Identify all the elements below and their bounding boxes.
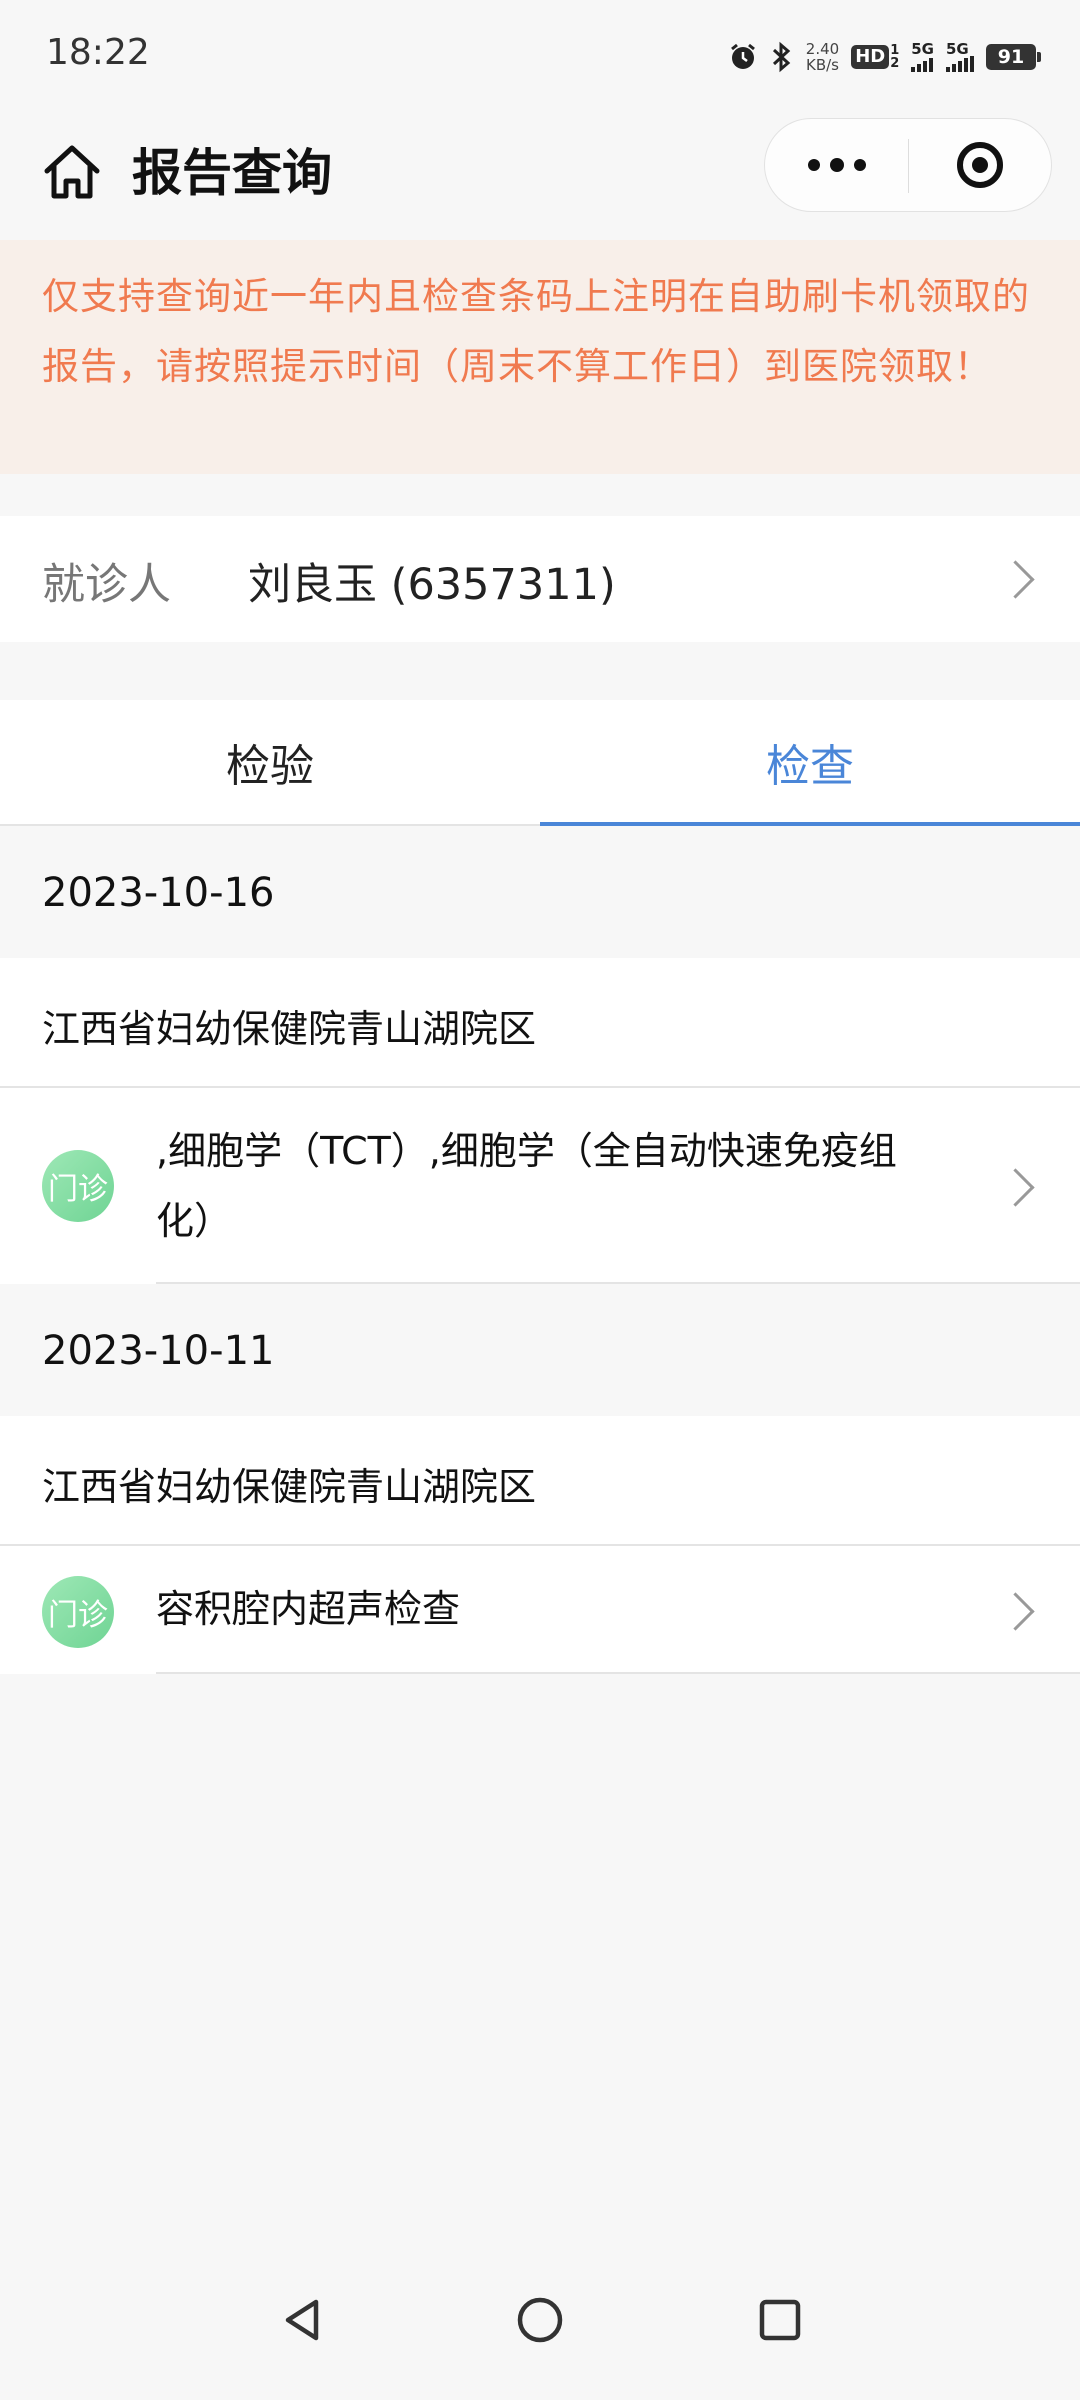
home-button[interactable] [38, 138, 106, 206]
hospital-name: 江西省妇幼保健院青山湖院区 [42, 1007, 537, 1051]
tab-lab-test[interactable]: 检验 [0, 700, 540, 824]
home-nav-button[interactable] [500, 2280, 580, 2360]
report-item-name: 容积腔内超声检查 [156, 1587, 461, 1631]
nav-bar: 报告查询 [0, 118, 1080, 240]
square-recents-icon [759, 2299, 801, 2341]
report-date-header: 2023-10-11 [0, 1288, 1080, 1418]
report-date: 2023-10-16 [42, 870, 275, 916]
more-icon [807, 159, 820, 171]
outpatient-badge: 门诊 [42, 1576, 114, 1648]
target-icon [957, 142, 1003, 188]
network-speed: 2.40 KB/s [805, 40, 840, 74]
home-icon [44, 145, 100, 199]
row-divider [156, 1282, 1080, 1284]
report-date-header: 2023-10-16 [0, 830, 1080, 960]
back-button[interactable] [262, 2280, 342, 2360]
status-bar: 18:22 2.40 KB/s HD 1 2 5G 5G 91 [0, 0, 1080, 118]
chevron-right-icon [996, 560, 1035, 599]
page-title: 报告查询 [132, 144, 332, 202]
chevron-right-icon [996, 1168, 1035, 1207]
signal-icon-2: 5G [946, 42, 974, 72]
mini-program-capsule [764, 118, 1052, 212]
battery-icon: 91 [986, 44, 1041, 70]
notice-text: 仅支持查询近一年内且检查条码上注明在自助刷卡机领取的报告，请按照提示时间（周末不… [42, 275, 1030, 388]
circle-home-icon [517, 2297, 563, 2343]
more-button[interactable] [765, 119, 908, 211]
report-item-name: ,细胞学（TCT）,细胞学（全自动快速免疫组化） [156, 1129, 897, 1243]
outpatient-badge: 门诊 [42, 1150, 114, 1222]
bluetooth-icon [772, 41, 791, 73]
report-tabs: 检验 检查 [0, 700, 1080, 826]
back-icon [285, 2299, 319, 2341]
hospital-name: 江西省妇幼保健院青山湖院区 [42, 1465, 537, 1509]
signal-icon: 5G [911, 42, 934, 72]
recents-button[interactable] [740, 2280, 820, 2360]
report-date: 2023-10-11 [42, 1328, 275, 1374]
patient-value: 刘良玉 (6357311) [248, 560, 616, 610]
report-item[interactable]: 门诊 ,细胞学（TCT）,细胞学（全自动快速免疫组化） [0, 1088, 1080, 1284]
chevron-right-icon [996, 1592, 1035, 1631]
status-time: 18:22 [46, 32, 150, 73]
status-icons: 2.40 KB/s HD 1 2 5G 5G 91 [728, 34, 1041, 80]
tab-examination[interactable]: 检查 [540, 700, 1080, 826]
notice-banner: 仅支持查询近一年内且检查条码上注明在自助刷卡机领取的报告，请按照提示时间（周末不… [0, 240, 1080, 474]
alarm-icon [730, 43, 755, 69]
system-nav-bar [0, 2240, 1080, 2400]
hospital-row: 江西省妇幼保健院青山湖院区 [0, 958, 1080, 1088]
row-divider [156, 1672, 1080, 1674]
close-button[interactable] [909, 119, 1051, 211]
patient-label: 就诊人 [42, 560, 171, 610]
report-item[interactable]: 门诊 容积腔内超声检查 [0, 1546, 1080, 1674]
hd-indicator: HD 1 2 [851, 44, 899, 70]
patient-selector[interactable]: 就诊人 刘良玉 (6357311) [0, 516, 1080, 642]
hospital-row: 江西省妇幼保健院青山湖院区 [0, 1416, 1080, 1546]
